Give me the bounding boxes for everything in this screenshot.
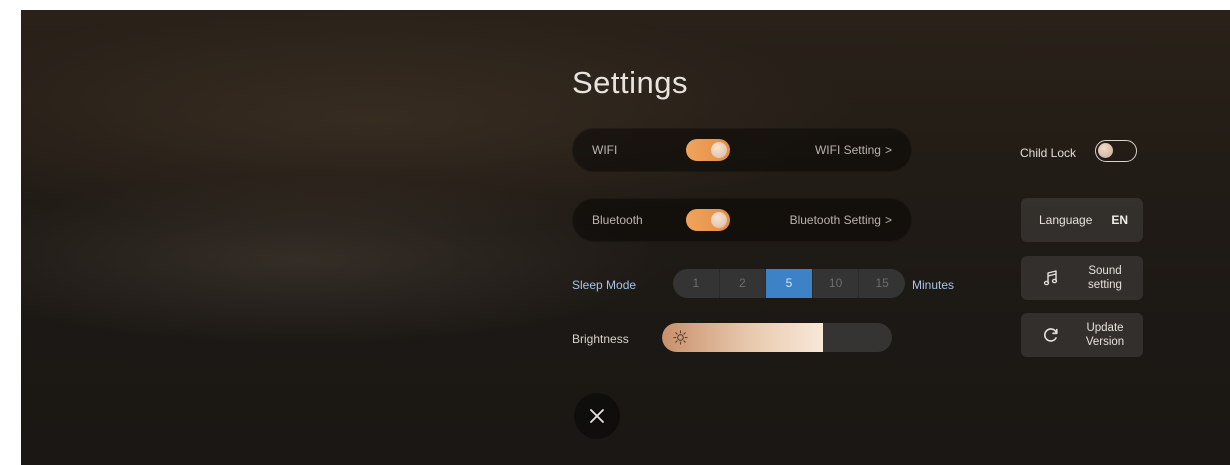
close-icon <box>590 409 604 423</box>
wifi-row: WIFI WIFI Setting > <box>572 128 912 172</box>
chevron-right-icon: > <box>884 143 892 157</box>
wifi-label: WIFI <box>592 143 618 157</box>
bluetooth-toggle[interactable] <box>686 209 730 231</box>
sound-line-1: Sound <box>1088 265 1122 277</box>
chevron-right-icon: > <box>884 213 892 227</box>
sleep-option-5[interactable]: 5 <box>766 269 813 298</box>
language-button[interactable]: Language EN <box>1021 198 1143 242</box>
wifi-setting-link[interactable]: WIFI Setting > <box>815 128 892 172</box>
wifi-toggle[interactable] <box>686 139 730 161</box>
brightness-label: Brightness <box>572 332 629 346</box>
bluetooth-label: Bluetooth <box>592 213 643 227</box>
update-version-button[interactable]: Update Version <box>1021 313 1143 357</box>
sun-icon <box>673 330 688 345</box>
sleep-option-15[interactable]: 15 <box>859 269 905 298</box>
sound-setting-button[interactable]: Sound setting <box>1021 256 1143 300</box>
sleep-option-1[interactable]: 1 <box>673 269 720 298</box>
sleep-option-10[interactable]: 10 <box>813 269 860 298</box>
wifi-toggle-knob <box>711 142 727 158</box>
child-lock-toggle[interactable] <box>1095 140 1137 162</box>
sound-line-2: setting <box>1088 279 1122 291</box>
minutes-label: Minutes <box>912 278 955 292</box>
brightness-slider[interactable] <box>662 323 892 352</box>
settings-screen: Settings WIFI WIFI Setting > Bluetooth Bl… <box>21 10 1230 465</box>
page-title: Settings <box>572 65 689 100</box>
update-line-1: Update <box>1086 322 1124 334</box>
sleep-mode-label: Sleep Mode <box>572 278 637 292</box>
music-note-icon <box>1043 270 1058 286</box>
language-label: Language <box>1039 213 1093 227</box>
sound-setting-text: Sound setting <box>1077 264 1133 292</box>
refresh-icon <box>1044 328 1058 342</box>
sleep-mode-selector: 1 2 5 10 15 <box>673 269 905 298</box>
close-button[interactable] <box>574 393 620 439</box>
bluetooth-setting-label: Bluetooth Setting <box>789 213 881 227</box>
bluetooth-setting-link[interactable]: Bluetooth Setting > <box>790 198 892 242</box>
sleep-option-2[interactable]: 2 <box>720 269 767 298</box>
wifi-setting-label: WIFI Setting <box>814 143 881 157</box>
child-lock-toggle-knob <box>1098 143 1113 158</box>
update-version-text: Update Version <box>1077 321 1133 349</box>
language-value: EN <box>1111 213 1128 227</box>
bluetooth-toggle-knob <box>711 212 727 228</box>
update-line-2: Version <box>1085 336 1125 348</box>
bluetooth-row: Bluetooth Bluetooth Setting > <box>572 198 912 242</box>
child-lock-label: Child Lock <box>1020 146 1077 160</box>
